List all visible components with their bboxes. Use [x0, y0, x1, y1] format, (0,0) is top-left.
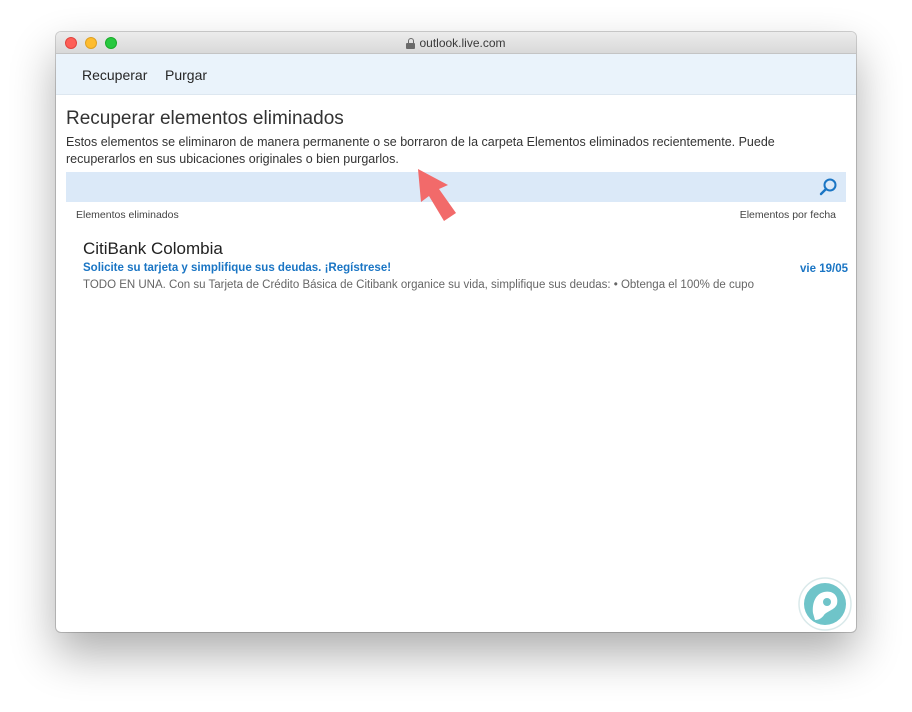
list-header-deleted-items: Elementos eliminados	[76, 209, 179, 221]
url-text: outlook.live.com	[419, 36, 506, 50]
annotation-arrow-icon	[418, 169, 456, 221]
browser-window: outlook.live.com Recuperar Purgar Recupe…	[56, 32, 856, 632]
message-date: vie 19/05	[800, 263, 848, 275]
title-bar: outlook.live.com	[56, 32, 856, 54]
message-preview: TODO EN UNA. Con su Tarjeta de Crédito B…	[83, 279, 754, 291]
page-description: Estos elementos se eliminaron de manera …	[66, 135, 775, 166]
message-sender: CitiBank Colombia	[83, 239, 223, 258]
search-icon[interactable]	[818, 177, 838, 197]
recover-button[interactable]: Recuperar	[82, 67, 147, 83]
logo-watermark-icon	[798, 577, 852, 631]
lock-icon	[406, 38, 416, 49]
message-subject: Solicite su tarjeta y simplifique sus de…	[83, 262, 392, 274]
address-display[interactable]: outlook.live.com	[56, 32, 856, 54]
command-bar: Recuperar Purgar	[56, 54, 856, 95]
page-title: Recuperar elementos eliminados	[66, 108, 344, 129]
purge-button[interactable]: Purgar	[165, 67, 207, 83]
sort-by-date-button[interactable]: Elementos por fecha	[740, 209, 836, 221]
message-list-item[interactable]: CitiBank Colombia Solicite su tarjeta y …	[56, 232, 856, 302]
